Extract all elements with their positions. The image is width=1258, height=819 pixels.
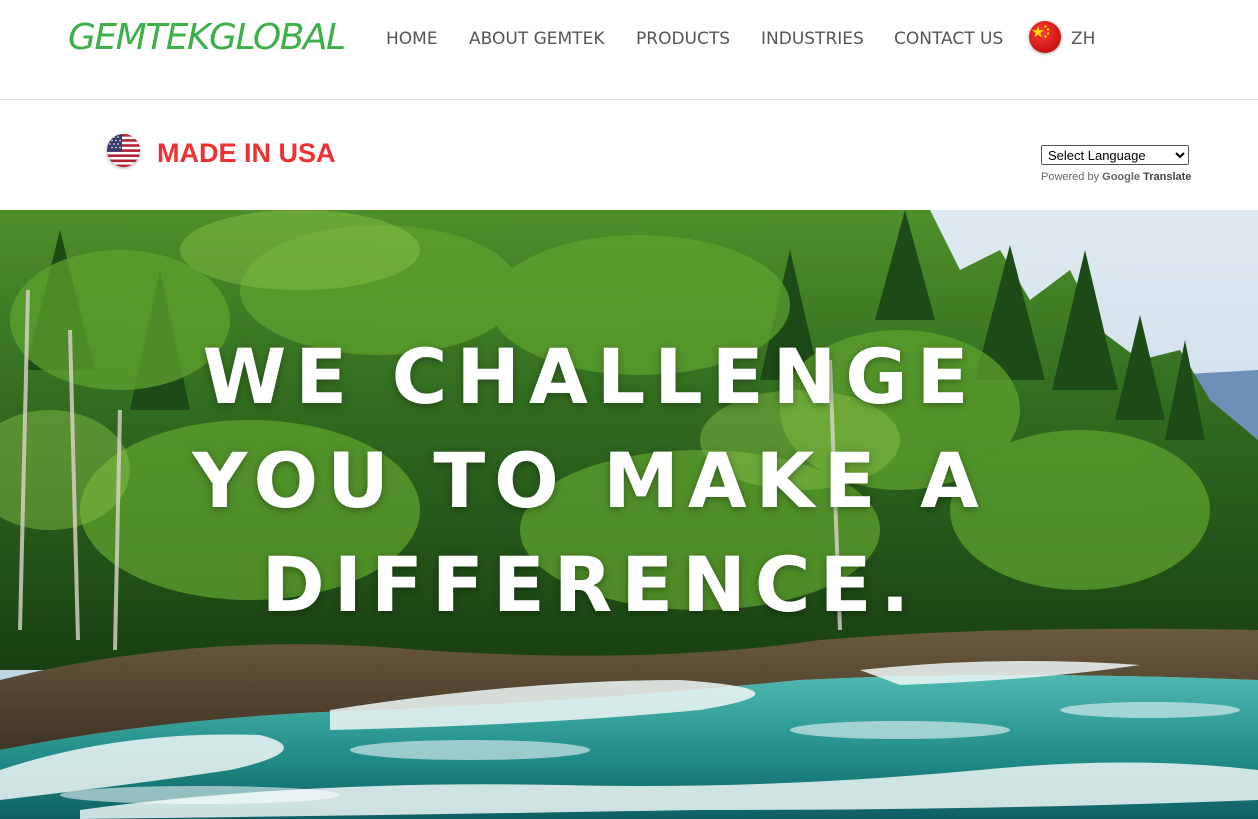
powered-by-google-translate: Powered by Google Translate: [1041, 170, 1191, 184]
usa-flag-icon: [107, 134, 140, 167]
made-in-usa-banner: MADE IN USA Select Language Powered by G…: [0, 101, 1258, 210]
hero-section: WE CHALLENGE YOU TO MAKE A DIFFERENCE.: [0, 210, 1258, 819]
google-logo: Google: [1102, 171, 1141, 183]
usa-flag-graphic: [107, 134, 140, 167]
nav-item-home: HOME: [386, 27, 438, 51]
made-in-usa-label: MADE IN USA: [157, 138, 336, 168]
site-logo[interactable]: GEMTEKGLOBAL: [68, 16, 346, 60]
nav-link-contact-us[interactable]: CONTACT US: [894, 29, 1003, 49]
google-translate-link[interactable]: Translate: [1143, 171, 1191, 183]
language-switch-zh[interactable]: ZH: [1071, 27, 1095, 51]
language-select[interactable]: Select Language: [1041, 145, 1189, 165]
nav-item-about: ABOUT GEMTEK: [469, 27, 604, 51]
nav-link-products[interactable]: PRODUCTS: [636, 29, 730, 49]
hero-headline-line-2: YOU TO MAKE A: [192, 436, 988, 525]
hero-headline-line-1: WE CHALLENGE: [202, 332, 978, 421]
top-navigation: GEMTEKGLOBAL HOME ABOUT GEMTEK PRODUCTS …: [0, 0, 1258, 100]
hero-headline-line-3: DIFFERENCE.: [261, 540, 919, 629]
nav-item-products: PRODUCTS: [636, 27, 730, 51]
china-flag-icon[interactable]: [1029, 21, 1061, 53]
hero-headline: WE CHALLENGE YOU TO MAKE A DIFFERENCE.: [0, 325, 1180, 637]
powered-by-label: Powered by: [1041, 171, 1100, 183]
nav-item-contact: CONTACT US: [894, 27, 1003, 51]
nav-link-home[interactable]: HOME: [386, 29, 438, 49]
china-flag-graphic: [1029, 21, 1061, 53]
nav-link-about-gemtek[interactable]: ABOUT GEMTEK: [469, 29, 604, 49]
nav-item-industries: INDUSTRIES: [761, 27, 864, 51]
nav-link-industries[interactable]: INDUSTRIES: [761, 29, 864, 49]
